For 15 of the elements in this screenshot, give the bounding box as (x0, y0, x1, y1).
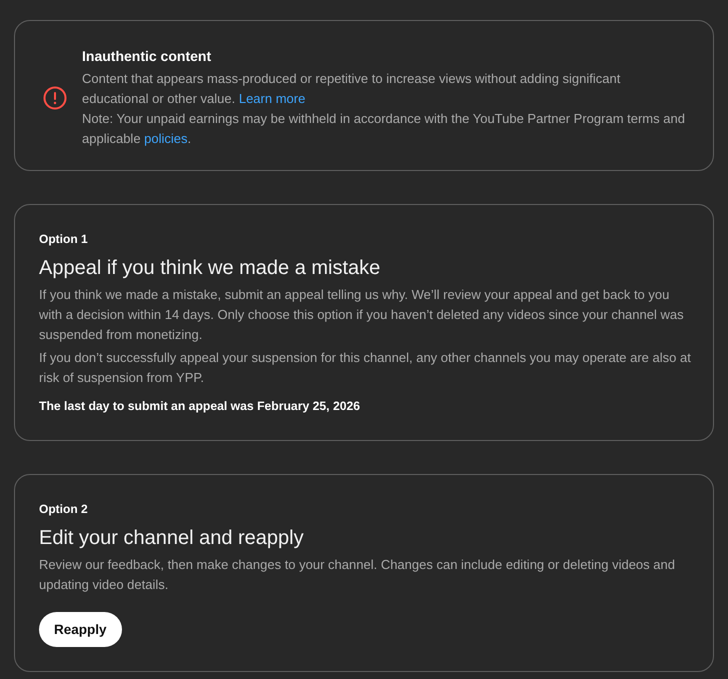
option-description: If you don’t successfully appeal your suspension for this channel, any other channels you may operate are also at risk of suspension from YPP. (39, 349, 692, 387)
reapply-button[interactable]: Reapply (39, 612, 122, 647)
alert-icon (43, 86, 67, 110)
deadline-text: The last day to submit an appeal was February 25, 2026 (39, 398, 360, 415)
notice-title: Inauthentic content (82, 47, 212, 66)
option-title: Edit your channel and reapply (39, 526, 304, 551)
option-description: Review our feedback, then make changes to your channel. Changes can include editing or deleting videos and updating video details. (39, 556, 676, 594)
notice-description: Content that appears mass-produced or repetitive to increase views without adding significant educational or other value. Learn more (82, 70, 622, 108)
option-description: If you think we made a mistake, submit an appeal telling us why. We’ll review your appeal and get back to you with a decision within 14 days. Only choose this option if you haven’t deleted any videos since your channel was suspended from monetizing. (39, 286, 685, 344)
option-title: Appeal if you think we made a mistake (39, 256, 380, 281)
option-label: Option 2 (39, 501, 88, 517)
policies-link[interactable]: policies (144, 131, 188, 146)
option-label: Option 1 (39, 231, 88, 247)
notice-note: Note: Your unpaid earnings may be withheld in accordance with the YouTube Partner Program terms and applicable policies. (82, 110, 686, 148)
learn-more-link[interactable]: Learn more (238, 91, 306, 106)
